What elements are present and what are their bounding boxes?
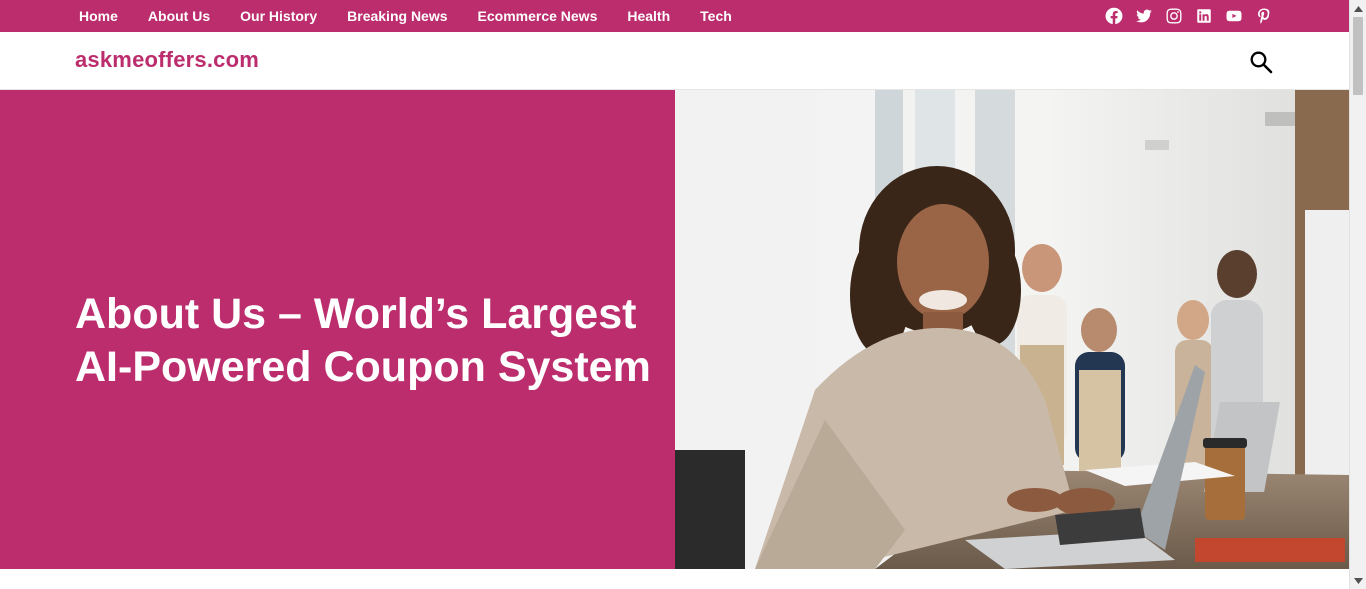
facebook-icon[interactable] <box>1104 6 1124 26</box>
twitter-icon[interactable] <box>1134 6 1154 26</box>
page-title-line-2: AI-Powered Coupon System <box>75 343 651 391</box>
page-title: About Us – World’s Largest AI-Powered Co… <box>75 288 665 394</box>
search-icon[interactable] <box>1248 49 1274 75</box>
scrollbar-thumb[interactable] <box>1353 17 1363 95</box>
top-bar: Home About Us Our History Breaking News … <box>0 0 1349 32</box>
nav-item-ecommerce-news[interactable]: Ecommerce News <box>463 0 613 32</box>
linkedin-icon[interactable] <box>1194 6 1214 26</box>
nav-item-tech[interactable]: Tech <box>685 0 747 32</box>
site-title-link[interactable]: askmeoffers.com <box>75 47 259 73</box>
top-nav: Home About Us Our History Breaking News … <box>64 0 747 32</box>
nav-item-home[interactable]: Home <box>64 0 133 32</box>
social-links <box>1104 0 1274 32</box>
page-title-line-1: About Us – World’s Largest <box>75 290 637 338</box>
site-header: askmeoffers.com <box>0 32 1349 90</box>
page-scrollbar[interactable] <box>1349 0 1366 589</box>
nav-item-breaking-news[interactable]: Breaking News <box>332 0 462 32</box>
instagram-icon[interactable] <box>1164 6 1184 26</box>
hero-image <box>675 90 1349 569</box>
nav-item-health[interactable]: Health <box>612 0 685 32</box>
youtube-icon[interactable] <box>1224 6 1244 26</box>
hero-section: About Us – World’s Largest AI-Powered Co… <box>0 90 1349 569</box>
content-area <box>0 569 1349 589</box>
hero-text-panel: About Us – World’s Largest AI-Powered Co… <box>0 90 675 569</box>
scroll-down-arrow-icon[interactable] <box>1350 572 1366 589</box>
nav-item-about-us[interactable]: About Us <box>133 0 225 32</box>
scroll-up-arrow-icon[interactable] <box>1350 0 1366 17</box>
pinterest-icon[interactable] <box>1254 6 1274 26</box>
nav-item-our-history[interactable]: Our History <box>225 0 332 32</box>
